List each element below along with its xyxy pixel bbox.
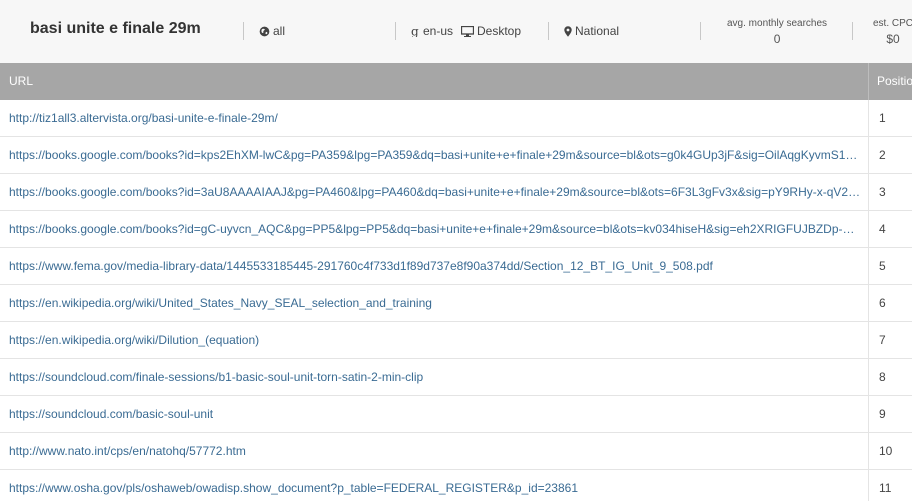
result-url-link[interactable]: https://en.wikipedia.org/wiki/United_Sta… <box>9 285 861 322</box>
column-header-url[interactable]: URL <box>9 63 33 100</box>
svg-text:g: g <box>411 25 419 37</box>
result-url-link[interactable]: https://books.google.com/books?id=kps2Eh… <box>9 137 861 174</box>
table-row: https://www.fema.gov/media-library-data/… <box>0 248 912 285</box>
table-row: https://books.google.com/books?id=gC-uyv… <box>0 211 912 248</box>
result-position: 1 <box>868 100 912 137</box>
est-cpc-value: $0 <box>886 32 900 46</box>
est-cpc: est. CPC $0 <box>873 18 912 46</box>
map-pin-icon <box>564 25 572 37</box>
result-url-link[interactable]: https://www.osha.gov/pls/oshaweb/owadisp… <box>9 470 861 501</box>
result-url-link[interactable]: https://books.google.com/books?id=gC-uyv… <box>9 211 861 248</box>
keyword-header: basi unite e finale 29m all g en-us Desk… <box>0 0 912 63</box>
divider <box>395 22 396 40</box>
table-row: https://books.google.com/books?id=kps2Eh… <box>0 137 912 174</box>
globe-icon <box>259 26 270 36</box>
divider <box>548 22 549 40</box>
language-value: en-us <box>423 24 454 38</box>
result-position: 5 <box>868 248 912 285</box>
avg-monthly-searches-value: 0 <box>773 32 781 46</box>
table-row: https://www.osha.gov/pls/oshaweb/owadisp… <box>0 470 912 501</box>
serp-results-table: URL Position http://tiz1all3.altervista.… <box>0 63 912 501</box>
result-position: 4 <box>868 211 912 248</box>
location-value: National <box>575 24 620 38</box>
device-filter[interactable]: Desktop <box>461 24 521 38</box>
table-row: https://soundcloud.com/finale-sessions/b… <box>0 359 912 396</box>
result-position: 11 <box>868 470 912 501</box>
language-filter[interactable]: g en-us <box>411 24 453 38</box>
country-filter[interactable]: all <box>259 24 285 38</box>
result-position: 2 <box>868 137 912 174</box>
location-filter[interactable]: National <box>564 24 619 38</box>
table-row: https://books.google.com/books?id=3aU8AA… <box>0 174 912 211</box>
country-value: all <box>273 24 286 38</box>
result-position: 7 <box>868 322 912 359</box>
result-url-link[interactable]: https://www.fema.gov/media-library-data/… <box>9 248 861 285</box>
result-url-link[interactable]: http://www.nato.int/cps/en/natohq/57772.… <box>9 433 861 470</box>
result-url-link[interactable]: http://tiz1all3.altervista.org/basi-unit… <box>9 100 861 137</box>
table-row: http://www.nato.int/cps/en/natohq/57772.… <box>0 433 912 470</box>
avg-monthly-searches: avg. monthly searches 0 <box>727 18 827 46</box>
divider <box>700 22 701 40</box>
result-url-link[interactable]: https://soundcloud.com/basic-soul-unit <box>9 396 861 433</box>
avg-monthly-searches-label: avg. monthly searches <box>727 18 828 29</box>
table-row: http://tiz1all3.altervista.org/basi-unit… <box>0 100 912 137</box>
est-cpc-label: est. CPC <box>873 18 912 29</box>
result-position: 6 <box>868 285 912 322</box>
result-url-link[interactable]: https://en.wikipedia.org/wiki/Dilution_(… <box>9 322 861 359</box>
device-value: Desktop <box>477 24 522 38</box>
result-url-link[interactable]: https://soundcloud.com/finale-sessions/b… <box>9 359 861 396</box>
result-position: 9 <box>868 396 912 433</box>
table-row: https://soundcloud.com/basic-soul-unit 9 <box>0 396 912 433</box>
result-url-link[interactable]: https://books.google.com/books?id=3aU8AA… <box>9 174 861 211</box>
result-position: 10 <box>868 433 912 470</box>
column-header-position[interactable]: Position <box>877 63 912 100</box>
result-position: 3 <box>868 174 912 211</box>
divider <box>852 22 853 40</box>
keyword-title: basi unite e finale 29m <box>30 20 201 37</box>
divider <box>243 22 244 40</box>
column-divider <box>868 63 869 100</box>
desktop-icon <box>461 25 474 37</box>
result-position: 8 <box>868 359 912 396</box>
table-header: URL Position <box>0 63 912 100</box>
google-g-icon: g <box>411 25 419 37</box>
table-row: https://en.wikipedia.org/wiki/United_Sta… <box>0 285 912 322</box>
table-row: https://en.wikipedia.org/wiki/Dilution_(… <box>0 322 912 359</box>
